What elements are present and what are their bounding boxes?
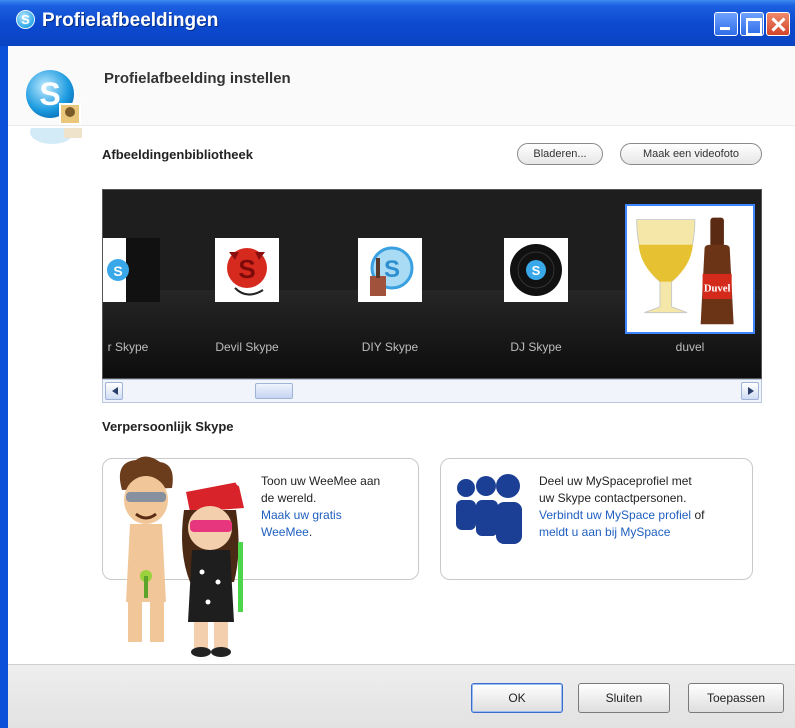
cartoon-skype-thumbnail-icon: S	[103, 238, 160, 302]
gallery-item-label: r Skype	[107, 340, 149, 354]
gallery-item-selected[interactable]: Duvel duvel	[625, 190, 755, 378]
weemee-link[interactable]: WeeMee	[261, 525, 309, 539]
gallery-item[interactable]: S Devil Skype	[192, 190, 302, 378]
personalize-heading: Verpersoonlijk Skype	[102, 419, 234, 434]
profile-pictures-window: S Profielafbeeldingen S Profielafbeeldin…	[0, 0, 795, 728]
skype-logo-icon: S	[26, 70, 81, 125]
svg-text:S: S	[384, 256, 400, 283]
scrollbar-thumb[interactable]	[255, 383, 293, 399]
devil-skype-thumbnail-icon: S	[215, 238, 279, 302]
gallery-scrollbar[interactable]	[102, 379, 762, 403]
skype-app-icon: S	[16, 10, 35, 29]
image-library-gallery[interactable]: S r Skype S Devil Skype S DIY Skype S DJ…	[102, 189, 762, 379]
svg-text:S: S	[39, 76, 60, 112]
skype-logo-reflection	[30, 128, 82, 144]
ok-button[interactable]: OK	[471, 683, 563, 713]
gallery-item-label: duvel	[675, 340, 705, 354]
gallery-item-label: Devil Skype	[215, 340, 279, 354]
gallery-item[interactable]: S DJ Skype	[481, 190, 591, 378]
weemee-text: Toon uw WeeMee aan de wereld. Maak uw gr…	[261, 474, 381, 539]
window-title: Profielafbeeldingen	[42, 10, 219, 31]
svg-text:S: S	[113, 263, 122, 279]
close-window-button[interactable]	[766, 12, 790, 36]
connect-myspace-link[interactable]: Verbindt uw MySpace profiel	[539, 508, 691, 522]
scroll-right-arrow-icon[interactable]	[741, 382, 759, 400]
svg-text:S: S	[532, 263, 541, 278]
minimize-button[interactable]	[714, 12, 738, 36]
svg-text:Duvel: Duvel	[704, 283, 731, 294]
weemee-line-1: Toon uw WeeMee aan	[261, 474, 381, 488]
myspace-people-icon	[456, 474, 522, 544]
gallery-item[interactable]: S DIY Skype	[335, 190, 445, 378]
gallery-item-label: DIY Skype	[361, 340, 419, 354]
dialog-body: S Profielafbeelding instellen Afbeelding…	[8, 46, 795, 728]
title-bar[interactable]: S Profielafbeeldingen	[0, 0, 795, 46]
dj-skype-thumbnail-icon: S	[504, 238, 568, 302]
duvel-thumbnail-icon: Duvel	[625, 204, 755, 334]
gallery-item-label: DJ Skype	[510, 340, 562, 354]
library-heading: Afbeeldingenbibliotheek	[102, 147, 253, 162]
scroll-left-arrow-icon[interactable]	[105, 382, 123, 400]
weemee-line-2: de wereld.	[261, 491, 317, 505]
create-weemee-link[interactable]: Maak uw gratis	[261, 508, 342, 522]
maximize-button[interactable]	[740, 12, 764, 36]
myspace-text: Deel uw MySpaceprofiel met uw Skype cont…	[539, 473, 749, 541]
close-button[interactable]: Sluiten	[578, 683, 670, 713]
myspace-line-2: uw Skype contactpersonen.	[539, 491, 687, 505]
myspace-or-text: of	[694, 508, 705, 522]
take-video-snapshot-button[interactable]: Maak een videofoto	[620, 143, 762, 165]
dialog-button-bar: OK Sluiten Toepassen	[8, 664, 795, 728]
browse-button[interactable]: Bladeren...	[517, 143, 603, 165]
signup-myspace-link[interactable]: meldt u aan bij MySpace	[539, 525, 670, 539]
myspace-line-1: Deel uw MySpaceprofiel met	[539, 474, 692, 488]
diy-skype-thumbnail-icon: S	[358, 238, 422, 302]
apply-button[interactable]: Toepassen	[688, 683, 784, 713]
gallery-item[interactable]: S r Skype	[103, 190, 183, 378]
weemee-characters-icon	[119, 456, 249, 657]
svg-text:S: S	[238, 254, 255, 284]
page-title: Profielafbeelding instellen	[104, 70, 291, 87]
